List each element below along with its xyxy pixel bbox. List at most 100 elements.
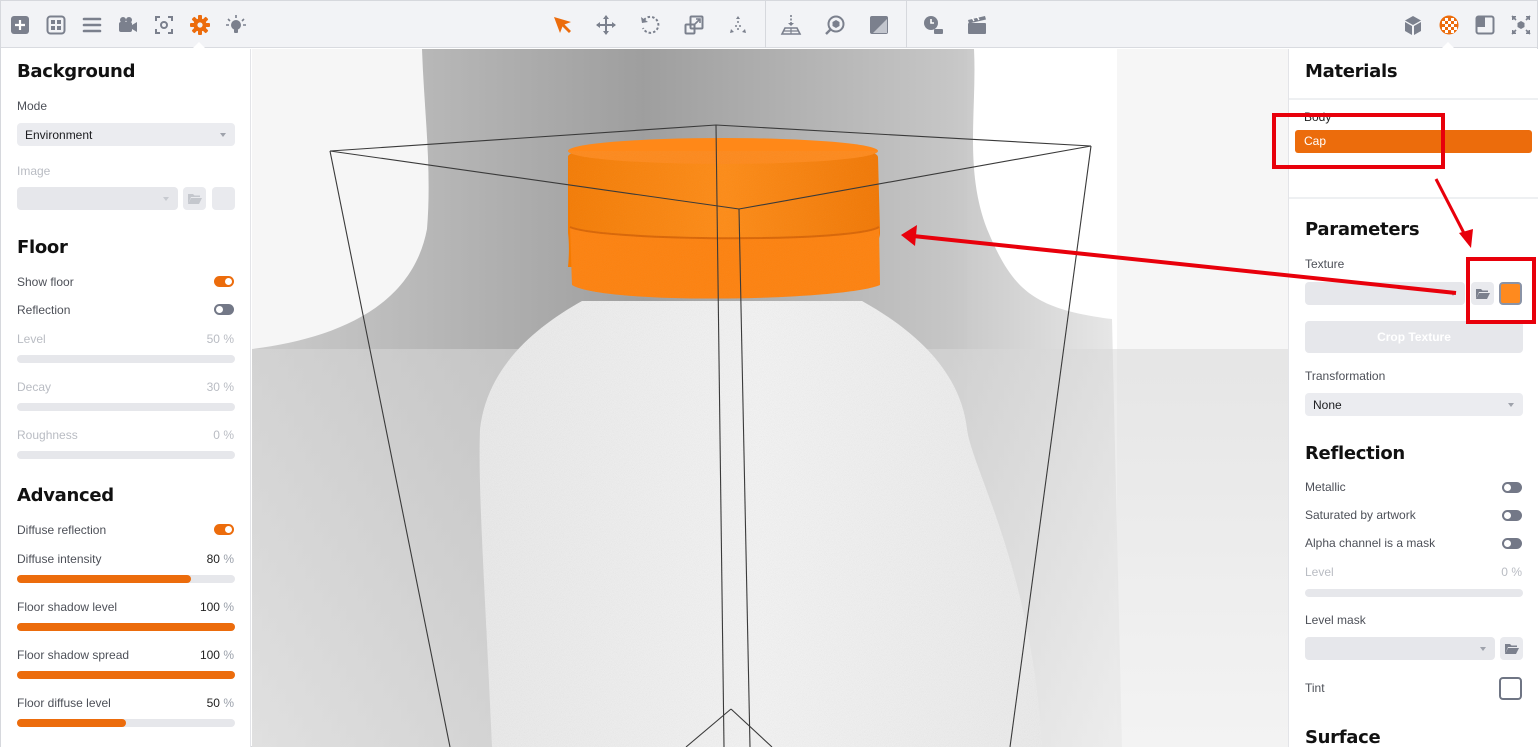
main-toolbar <box>1 1 1537 49</box>
drop-to-floor-button[interactable] <box>777 11 805 39</box>
value-unit: % <box>223 552 234 566</box>
gear-icon <box>190 15 210 35</box>
slider-fill <box>17 623 235 631</box>
floor-decay-label: Decay <box>17 380 52 394</box>
toolbar-separator <box>765 1 766 48</box>
value-number: 100 <box>199 648 220 662</box>
open-texture-button[interactable] <box>1471 282 1494 305</box>
explode-tool-button[interactable] <box>724 11 752 39</box>
animation-timer-button[interactable] <box>919 11 947 39</box>
material-item-body[interactable]: Body <box>1295 106 1532 129</box>
section-title-floor: Floor <box>17 237 68 258</box>
transformation-label: Transformation <box>1305 369 1386 383</box>
tint-checkbox[interactable] <box>1499 677 1522 700</box>
materials-button[interactable] <box>1435 11 1463 39</box>
lights-button[interactable] <box>222 11 250 39</box>
add-object-button[interactable] <box>6 11 34 39</box>
slider-fill <box>17 575 192 583</box>
active-tool-caret <box>192 42 206 49</box>
image-color-button[interactable] <box>212 187 235 210</box>
clock-icon <box>924 16 943 34</box>
value-unit: % <box>223 600 234 614</box>
explode-icon <box>730 16 746 33</box>
floor-reflection-label: Reflection <box>17 303 71 317</box>
texture-color-swatch[interactable] <box>1499 282 1522 305</box>
value-number: 50 <box>206 696 220 710</box>
floor-shadow-level-label: Floor shadow level <box>17 600 118 614</box>
value-number: 80 <box>206 552 220 566</box>
video-camera-icon <box>119 17 137 32</box>
floor-shadow-level-slider[interactable] <box>17 623 235 631</box>
floor-roughness-value: 0 % <box>213 428 234 442</box>
mode-select-value: Environment <box>25 128 93 142</box>
chevron-down-icon <box>1508 403 1514 407</box>
divider <box>1289 98 1538 100</box>
value-unit: % <box>223 696 234 710</box>
transformation-select-value: None <box>1313 398 1342 412</box>
fit-view-button[interactable] <box>1507 11 1535 39</box>
saturated-by-artwork-toggle[interactable] <box>1502 510 1522 521</box>
gradient-icon <box>870 16 888 34</box>
focus-target-icon <box>155 16 173 34</box>
focus-button[interactable] <box>150 11 178 39</box>
floor-diffuse-level-slider[interactable] <box>17 719 235 727</box>
floor-shadow-spread-slider[interactable] <box>17 671 235 679</box>
floor-reflection-toggle[interactable] <box>214 304 234 315</box>
floor-diffuse-level-value: 50 % <box>207 696 234 710</box>
open-level-mask-button[interactable] <box>1500 637 1523 660</box>
scene-render <box>252 49 1288 747</box>
move-tool-button[interactable] <box>592 11 620 39</box>
diffuse-intensity-value: 80 % <box>207 552 234 566</box>
list-button[interactable] <box>78 11 106 39</box>
floor-roughness-slider[interactable] <box>17 451 235 459</box>
value-number: 100 <box>199 600 220 614</box>
floor-decay-slider[interactable] <box>17 403 235 411</box>
diffuse-intensity-slider[interactable] <box>17 575 235 583</box>
image-select[interactable] <box>17 187 178 210</box>
inspect-button[interactable] <box>821 11 849 39</box>
crop-texture-button[interactable]: Crop Texture <box>1305 321 1523 353</box>
floor-decay-value: 30 % <box>207 380 234 394</box>
floor-shadow-level-value: 100 % <box>200 600 234 614</box>
shading-button[interactable] <box>865 11 893 39</box>
scale-tool-button[interactable] <box>680 11 708 39</box>
reflection-level-slider[interactable] <box>1305 589 1523 597</box>
metallic-toggle[interactable] <box>1502 482 1522 493</box>
app-window: Background Mode Environment Image Floor … <box>0 0 1538 747</box>
texture-select[interactable] <box>1305 282 1465 305</box>
3d-viewport[interactable] <box>252 49 1288 747</box>
render-scene-button[interactable] <box>963 11 991 39</box>
plus-square-icon <box>11 16 29 34</box>
transformation-select[interactable]: None <box>1305 393 1523 416</box>
show-floor-toggle[interactable] <box>214 276 234 287</box>
layout-grid-button[interactable] <box>42 11 70 39</box>
camera-button[interactable] <box>114 11 142 39</box>
active-panel-caret <box>1441 42 1455 49</box>
fit-view-icon <box>1511 15 1531 35</box>
chevron-down-icon <box>220 133 226 137</box>
mode-label: Mode <box>17 99 48 113</box>
select-tool-button[interactable] <box>548 11 576 39</box>
checker-ball-icon <box>1439 15 1459 35</box>
scene-settings-button[interactable] <box>186 11 214 39</box>
reflection-level-value: 0 % <box>1501 565 1522 579</box>
rotate-tool-button[interactable] <box>636 11 664 39</box>
frame-icon <box>1475 15 1495 35</box>
mode-select[interactable]: Environment <box>17 123 235 146</box>
cube-icon <box>1405 16 1421 35</box>
floor-level-label: Level <box>17 332 46 346</box>
tint-label: Tint <box>1305 681 1325 695</box>
floor-roughness-label: Roughness <box>17 428 78 442</box>
frame-button[interactable] <box>1471 11 1499 39</box>
folder-open-icon <box>1505 644 1519 654</box>
value-number: 50 <box>206 332 220 346</box>
alpha-mask-toggle[interactable] <box>1502 538 1522 549</box>
object-properties-button[interactable] <box>1399 11 1427 39</box>
diffuse-reflection-toggle[interactable] <box>214 524 234 535</box>
floor-level-slider[interactable] <box>17 355 235 363</box>
saturated-by-artwork-label: Saturated by artwork <box>1305 508 1416 522</box>
material-item-cap[interactable]: Cap <box>1295 130 1532 153</box>
drop-floor-icon <box>780 15 802 35</box>
open-image-button[interactable] <box>183 187 206 210</box>
level-mask-select[interactable] <box>1305 637 1495 660</box>
